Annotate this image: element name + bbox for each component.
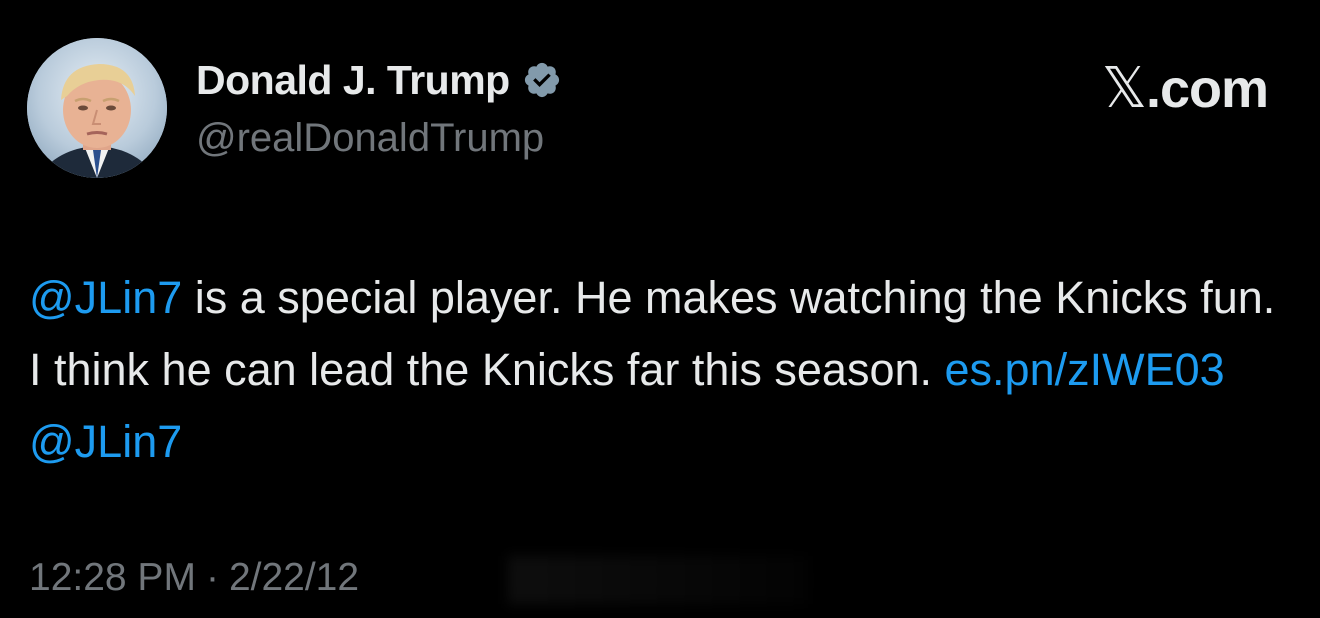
url-link[interactable]: es.pn/zIWE03 bbox=[945, 344, 1225, 395]
tweet-date[interactable]: 2/22/12 bbox=[229, 556, 359, 600]
mention-link[interactable]: @JLin7 bbox=[29, 416, 182, 467]
avatar-photo-icon bbox=[27, 38, 167, 178]
brand-logo: 𝕏 .com bbox=[1101, 56, 1269, 121]
tweet-text: @JLin7 is a special player. He makes wat… bbox=[29, 262, 1289, 478]
verified-badge-icon bbox=[522, 60, 562, 100]
brand-suffix: .com bbox=[1145, 58, 1269, 119]
mention-link[interactable]: @JLin7 bbox=[29, 272, 182, 323]
author-handle[interactable]: @realDonaldTrump bbox=[196, 116, 544, 161]
x-logo-icon: 𝕏 bbox=[1101, 56, 1147, 121]
avatar[interactable] bbox=[27, 38, 167, 178]
separator-dot: · bbox=[205, 556, 219, 599]
timestamp-row: 12:28 PM · 2/22/12 bbox=[29, 556, 359, 600]
tweet-time[interactable]: 12:28 PM bbox=[29, 556, 196, 600]
faded-watermark bbox=[508, 556, 808, 604]
tweet-card: Donald J. Trump @realDonaldTrump 𝕏 .com … bbox=[0, 0, 1320, 618]
author-name[interactable]: Donald J. Trump bbox=[196, 57, 510, 104]
author-name-row: Donald J. Trump bbox=[196, 56, 562, 104]
